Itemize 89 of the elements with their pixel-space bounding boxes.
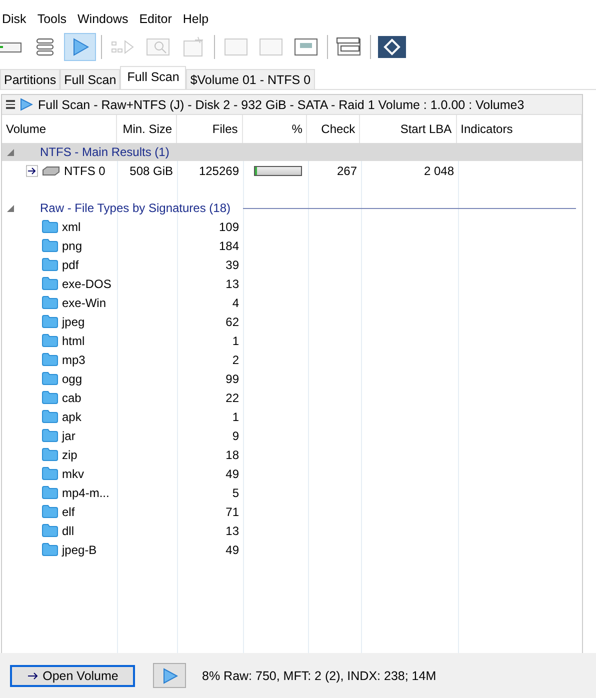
folder-icon <box>42 391 58 404</box>
play-button[interactable] <box>153 663 186 688</box>
volume-name[interactable]: jpeg-B <box>62 542 97 556</box>
folder-icon <box>42 315 58 328</box>
group-title: NTFS - Main Results (1) <box>40 145 170 159</box>
folder-icon <box>42 410 58 423</box>
table-cell: 267 <box>336 164 357 178</box>
folder-icon <box>42 372 58 385</box>
volume-name[interactable]: jar <box>62 428 76 442</box>
volume-name[interactable]: png <box>62 238 82 252</box>
table-cell: 13 <box>226 524 239 538</box>
table-cell: 22 <box>226 390 239 404</box>
folder-icon <box>42 220 58 233</box>
tab[interactable]: Full Scan <box>120 66 186 89</box>
menu-item[interactable]: Editor <box>137 12 177 26</box>
arrow-icon <box>26 670 39 680</box>
folder-icon <box>42 277 58 290</box>
table-cell: 18 <box>226 448 239 462</box>
volume-name[interactable]: pdf <box>62 258 79 272</box>
folder-icon <box>42 486 58 499</box>
table-cell: 49 <box>226 466 239 480</box>
table-cell: 62 <box>226 314 239 328</box>
volume-name[interactable]: xml <box>62 220 81 234</box>
volume-name[interactable]: mp3 <box>62 352 86 366</box>
menu-item[interactable]: Help <box>180 12 214 26</box>
table-cell: 71 <box>226 504 239 518</box>
folder-icon <box>42 467 58 480</box>
volume-name[interactable]: dll <box>62 524 74 538</box>
volume-name[interactable]: html <box>62 334 85 348</box>
volume-name[interactable]: mkv <box>62 466 84 480</box>
folder-icon <box>42 239 58 252</box>
table-cell: 1 <box>232 334 239 348</box>
table-cell: 9 <box>232 428 239 442</box>
play-icon <box>160 666 178 684</box>
table-cell: 109 <box>218 220 239 234</box>
folder-icon <box>42 258 58 271</box>
volume-name[interactable]: mp4-m... <box>62 486 110 500</box>
volume-name[interactable]: NTFS 0 <box>64 164 106 178</box>
folder-icon <box>42 429 58 442</box>
volume-name[interactable]: exe-DOS <box>62 276 112 290</box>
toolbar-button[interactable] <box>376 33 408 61</box>
folder-icon <box>42 524 58 537</box>
arrow-icon[interactable] <box>26 164 38 176</box>
folder-icon <box>42 448 58 461</box>
volume-name[interactable]: elf <box>62 504 75 518</box>
table-cell: 508 GiB <box>130 164 173 178</box>
volume-name[interactable]: apk <box>62 410 82 424</box>
table-cell: 4 <box>232 296 239 310</box>
collapse-icon[interactable] <box>6 148 15 156</box>
panels-icon <box>335 36 363 58</box>
tab[interactable]: Partitions <box>0 69 60 89</box>
folder-icon <box>42 353 58 366</box>
table-cell: 2 048 <box>424 164 454 178</box>
collapse-icon[interactable] <box>6 204 15 212</box>
table-cell: 5 <box>232 486 239 500</box>
table-cell: 39 <box>226 258 239 272</box>
open-volume-button[interactable]: Open Volume <box>10 664 135 686</box>
menu-item[interactable]: Windows <box>76 12 134 26</box>
folder-icon <box>42 296 58 309</box>
search-icon <box>144 36 172 58</box>
table-cell: 2 <box>232 352 239 366</box>
menu-item[interactable]: Tools <box>35 12 72 26</box>
group-title: Raw - File Types by Signatures (18) <box>40 201 231 215</box>
group-row[interactable]: Raw - File Types by Signatures (18) <box>2 199 582 217</box>
group-row[interactable]: NTFS - Main Results (1) <box>2 143 582 161</box>
folder-icon <box>42 334 58 347</box>
play-icon <box>20 98 33 111</box>
menu-item[interactable]: Disk <box>0 12 32 26</box>
table-cell: 184 <box>218 238 239 252</box>
drive-icon <box>42 166 60 176</box>
volume-name[interactable]: ogg <box>62 372 82 386</box>
play-button[interactable] <box>64 33 96 61</box>
tab[interactable]: $Volume 01 - NTFS 0 <box>186 69 315 89</box>
volume-name[interactable]: zip <box>62 448 78 462</box>
table-cell: 125269 <box>198 164 239 178</box>
scan-title: Full Scan - Raw+NTFS (J) - Disk 2 - 932 GiB - SATA - Raid 1 Volume : 1.0.00 : Volume3 <box>38 98 524 112</box>
logo <box>378 36 406 58</box>
table-cell: 49 <box>226 542 239 556</box>
tab[interactable]: Full Scan <box>60 69 120 89</box>
table-cell: 99 <box>226 372 239 386</box>
menu-icon[interactable] <box>6 100 15 109</box>
volume-name[interactable]: cab <box>62 390 82 404</box>
table-cell: 13 <box>226 276 239 290</box>
volume-name[interactable]: jpeg <box>62 314 85 328</box>
table-cell: 1 <box>232 410 239 424</box>
folder-icon <box>42 505 58 518</box>
status-text: 8% Raw: 750, MFT: 2 (2), INDX: 238; 14M <box>202 668 436 682</box>
volume-name[interactable]: exe-Win <box>62 296 106 310</box>
folder-icon <box>42 543 58 556</box>
